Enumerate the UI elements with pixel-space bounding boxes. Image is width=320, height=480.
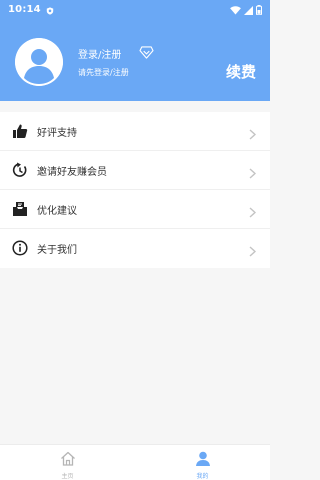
chevron-right-icon <box>249 125 257 144</box>
tab-label: 主页 <box>61 473 74 480</box>
tab-home[interactable]: 主页 <box>0 445 135 480</box>
menu-label: 关于我们 <box>37 245 77 256</box>
status-time: 10:14 <box>8 3 41 15</box>
bottom-tab-bar: 主页 我的 <box>0 444 270 480</box>
menu-item-about-us[interactable]: 关于我们 <box>0 229 270 268</box>
chevron-right-icon <box>249 164 257 183</box>
tab-label: 我的 <box>196 473 209 480</box>
tab-mine[interactable]: 我的 <box>135 445 270 480</box>
status-left: 10:14 <box>8 0 54 19</box>
mailbox-icon <box>12 201 28 217</box>
menu-item-rate-support[interactable]: 好评支持 <box>0 112 270 151</box>
menu-item-invite-friends[interactable]: 邀请好友赚会员 <box>0 151 270 190</box>
info-icon <box>12 240 28 256</box>
menu-label: 好评支持 <box>37 128 77 139</box>
renew-button[interactable]: 续费 <box>226 61 256 82</box>
settings-menu: 好评支持 邀请好友赚会员 优化建议 关于我们 <box>0 112 270 268</box>
refresh-arrow-icon <box>12 162 28 178</box>
chevron-right-icon <box>249 203 257 222</box>
wifi-icon <box>230 0 241 19</box>
home-icon <box>60 451 76 470</box>
chevron-right-icon <box>249 242 257 261</box>
login-subtitle: 请先登录/注册 <box>78 68 129 77</box>
profile-header: 10:14 登录/注册 请先登录/注册 续费 <box>0 0 270 101</box>
thumbs-up-icon <box>12 123 28 139</box>
shield-notification-icon <box>46 0 54 19</box>
battery-icon <box>256 0 262 19</box>
login-register-link[interactable]: 登录/注册 <box>78 46 121 61</box>
menu-item-suggestions[interactable]: 优化建议 <box>0 190 270 229</box>
person-icon <box>195 451 211 470</box>
menu-label: 优化建议 <box>37 206 77 217</box>
person-avatar-icon <box>15 38 63 86</box>
diamond-vip-icon <box>139 44 154 63</box>
status-right <box>230 0 262 19</box>
signal-icon <box>244 0 253 19</box>
status-bar: 10:14 <box>0 0 270 18</box>
menu-label: 邀请好友赚会员 <box>37 167 107 178</box>
avatar[interactable] <box>15 38 63 86</box>
